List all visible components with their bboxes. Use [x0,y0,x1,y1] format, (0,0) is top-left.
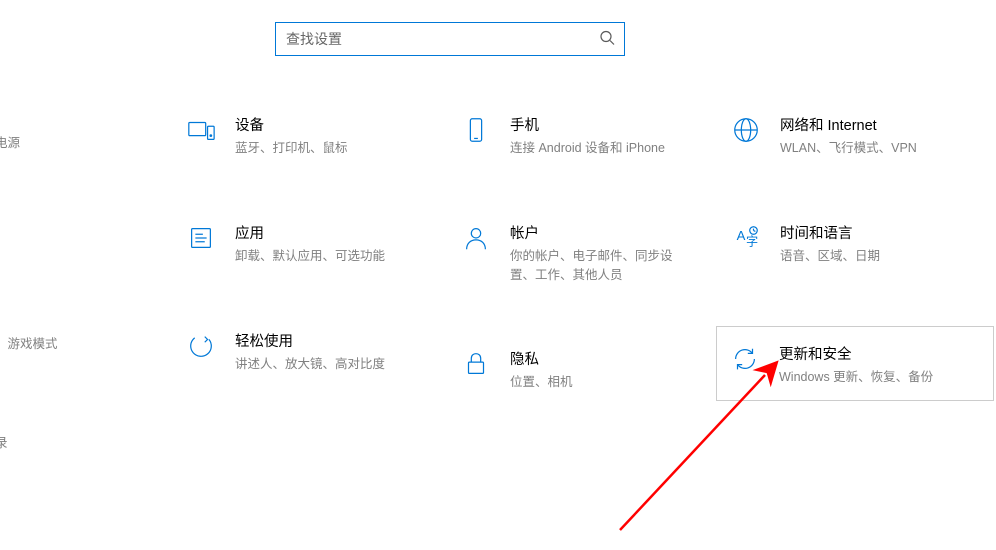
partial-sub: 声音、通知、电源 [0,132,175,151]
svg-text:A: A [737,228,746,243]
network-icon [728,112,764,148]
item-title: 手机 [510,114,665,135]
search-input[interactable] [275,22,625,56]
settings-phone[interactable]: 手机 连接 Android 设备和 iPhone [458,110,713,160]
item-subtitle: 位置、相机 [510,373,573,392]
item-subtitle: 你的帐户、电子邮件、同步设置、工作、其他人员 [510,247,690,285]
settings-col-2: 设备 蓝牙、打印机、鼠标 应用 卸载、默认应用、可选功能 轻松使用 讲述人、放大… [183,110,438,433]
privacy-icon [458,346,494,382]
partial-personalization[interactable]: 化 锁屏、颜色 [0,209,175,253]
settings-col-3: 手机 连接 Android 设备和 iPhone 帐户 你的帐户、电子邮件、同步… [458,110,713,452]
item-subtitle: 蓝牙、打印机、鼠标 [235,139,348,158]
item-subtitle: Windows 更新、恢复、备份 [779,368,933,387]
item-title: 轻松使用 [235,330,385,351]
item-title: 网络和 Internet [780,114,917,135]
item-title: 设备 [235,114,348,135]
settings-accounts[interactable]: 帐户 你的帐户、电子邮件、同步设置、工作、其他人员 [458,218,713,287]
apps-icon [183,220,219,256]
partial-system[interactable]: 声音、通知、电源 [0,110,175,151]
partial-gaming[interactable]: 、截屏、直播、游戏模式 [0,311,175,352]
settings-ease-of-access[interactable]: 轻松使用 讲述人、放大镜、高对比度 [183,326,438,376]
item-title: 应用 [235,222,385,243]
devices-icon [183,112,219,148]
partial-sub: 锁屏、颜色 [0,234,175,253]
item-subtitle: WLAN、飞行模式、VPN [780,139,917,158]
svg-text:字: 字 [746,233,758,248]
item-subtitle: 语音、区域、日期 [780,247,880,266]
item-title: 隐私 [510,348,573,369]
partial-sub: 权限、历史记录 [0,432,175,451]
partial-col: 声音、通知、电源 化 锁屏、颜色 、截屏、直播、游戏模式 权限、历史记录 [0,110,175,509]
ease-of-access-icon [183,328,219,364]
settings-update-security[interactable]: 更新和安全 Windows 更新、恢复、备份 [716,326,994,402]
item-title: 帐户 [510,222,690,243]
item-subtitle: 卸载、默认应用、可选功能 [235,247,385,266]
settings-apps[interactable]: 应用 卸载、默认应用、可选功能 [183,218,438,268]
settings-network[interactable]: 网络和 Internet WLAN、飞行模式、VPN [728,110,983,160]
accounts-icon [458,220,494,256]
partial-sub: 、截屏、直播、游戏模式 [0,333,175,352]
search-wrap [275,22,625,56]
item-subtitle: 讲述人、放大镜、高对比度 [235,355,385,374]
item-subtitle: 连接 Android 设备和 iPhone [510,139,665,158]
time-language-icon: A字 [728,220,764,256]
item-title: 更新和安全 [779,343,933,364]
settings-col-4: 网络和 Internet WLAN、飞行模式、VPN A字 时间和语言 语音、区… [728,110,983,445]
partial-search[interactable]: 权限、历史记录 [0,410,175,451]
settings-devices[interactable]: 设备 蓝牙、打印机、鼠标 [183,110,438,160]
settings-time-language[interactable]: A字 时间和语言 语音、区域、日期 [728,218,983,268]
settings-privacy[interactable]: 隐私 位置、相机 [458,344,713,394]
update-security-icon [727,341,763,377]
phone-icon [458,112,494,148]
partial-title: 化 [0,209,175,230]
item-title: 时间和语言 [780,222,880,243]
